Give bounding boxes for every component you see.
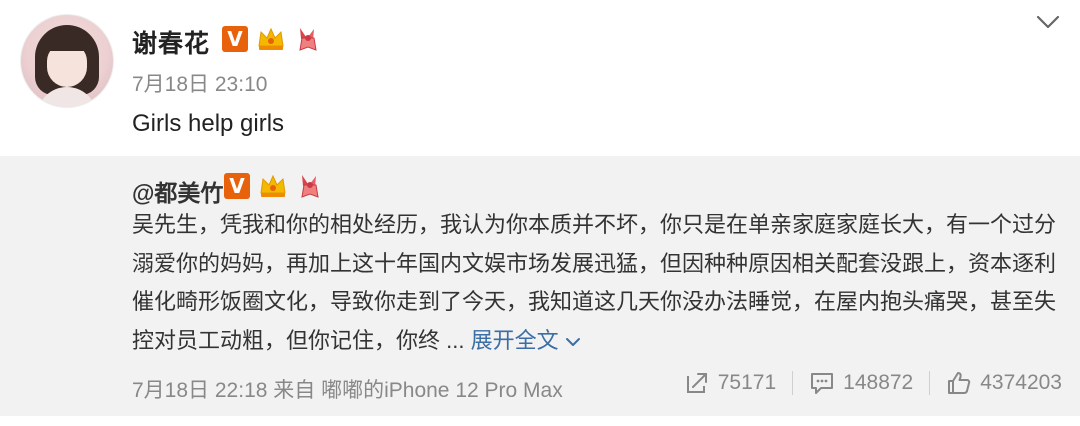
repost-count-button[interactable]: 75171 <box>668 370 792 396</box>
reposted-card[interactable]: @都美竹 V 吴先生，凭我和你的相处经历，我认为你本质并不坏，你只是在单亲家庭家… <box>0 156 1080 416</box>
avatar[interactable] <box>20 14 114 108</box>
verified-v-icon[interactable]: V <box>222 26 248 52</box>
post-content: Girls help girls <box>132 110 285 137</box>
like-count: 4374203 <box>980 371 1062 394</box>
avatar-bangs <box>43 33 91 51</box>
ribbon-icon[interactable] <box>294 25 320 53</box>
repost-stats: 75171 148872 4374203 <box>668 370 1062 396</box>
repost-author-name[interactable]: @都美竹 <box>132 174 223 208</box>
share-icon <box>686 373 707 393</box>
repost-meta: 7月18日 22:18 来自 嘟嘟的iPhone 12 Pro Max <box>132 379 563 402</box>
author-badges: V <box>222 25 320 53</box>
like-count-button[interactable]: 4374203 <box>930 370 1062 396</box>
crown-icon[interactable] <box>256 26 286 52</box>
comment-count-button[interactable]: 148872 <box>793 370 929 396</box>
expand-label: 展开全文 <box>470 327 559 353</box>
bottom-divider <box>0 416 1080 426</box>
repost-text-body: 吴先生，凭我和你的相处经历，我认为你本质并不坏，你只是在单亲家庭家庭长大，有一个… <box>132 212 1057 353</box>
post-time: 7月18日 23:10 <box>132 73 268 96</box>
ribbon-icon[interactable] <box>296 172 322 200</box>
chevron-down-icon <box>565 337 580 346</box>
comment-count: 148872 <box>843 371 914 394</box>
verified-v-icon[interactable]: V <box>224 173 250 199</box>
author-name[interactable]: 谢春花 <box>132 24 210 60</box>
thumbs-up-icon <box>948 372 971 394</box>
repost-footer: 7月18日 22:18 来自 嘟嘟的iPhone 12 Pro Max 7517… <box>132 370 1062 402</box>
repost-count: 75171 <box>717 371 777 394</box>
comment-icon <box>811 373 834 394</box>
crown-icon[interactable] <box>258 173 288 199</box>
chevron-down-icon[interactable] <box>1036 12 1060 32</box>
repost-author-badges: V <box>224 172 322 200</box>
weibo-post: 谢春花 V 7月18日 23:10 Girls help girls @都美竹 … <box>0 0 1080 426</box>
expand-full-text-link[interactable]: 展开全文 <box>471 328 581 353</box>
repost-text: 吴先生，凭我和你的相处经历，我认为你本质并不坏，你只是在单亲家庭家庭长大，有一个… <box>132 206 1062 360</box>
